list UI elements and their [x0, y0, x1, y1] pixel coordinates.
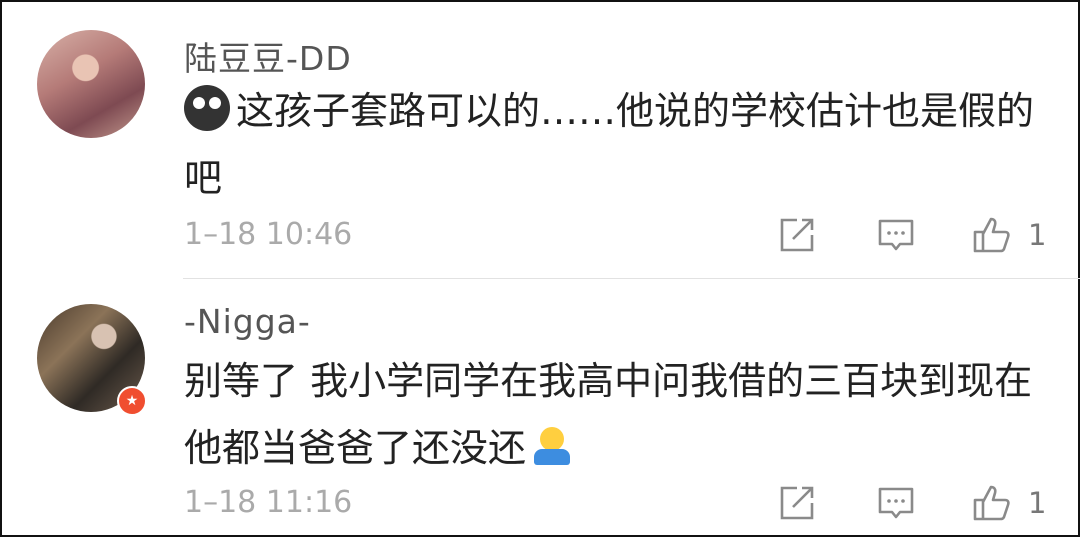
crying-face-emoji-icon — [184, 85, 230, 131]
share-button[interactable] — [776, 483, 816, 523]
share-button[interactable] — [776, 215, 816, 255]
avatar[interactable] — [37, 30, 145, 138]
comment-text: 别等了 我小学同学在我高中问我借的三百块到现在他都当爸爸了还没还 — [184, 348, 1034, 482]
comment-text: 这孩子套路可以的……他说的学校估计也是假的吧 — [184, 78, 1034, 212]
shrug-emoji-icon — [530, 427, 574, 467]
username[interactable]: -Nigga- — [184, 302, 311, 341]
like-button[interactable] — [972, 483, 1012, 523]
thumbs-up-icon — [973, 485, 1010, 521]
comment-item: ★ -Nigga- 别等了 我小学同学在我高中问我借的三百块到现在他都当爸爸了还… — [0, 279, 1080, 537]
verified-star-badge-icon: ★ — [117, 386, 147, 416]
share-icon — [780, 218, 814, 252]
comment-icon — [878, 487, 914, 519]
comment-icon — [878, 219, 914, 251]
like-button[interactable] — [972, 215, 1012, 255]
comment-text-content: 别等了 我小学同学在我高中问我借的三百块到现在他都当爸爸了还没还 — [184, 359, 1033, 470]
thumbs-up-icon — [973, 217, 1010, 253]
reply-button[interactable] — [876, 483, 916, 523]
like-count: 1 — [1028, 486, 1047, 520]
reply-button[interactable] — [876, 215, 916, 255]
share-icon — [780, 486, 814, 520]
timestamp: 1–18 10:46 — [184, 217, 353, 252]
username[interactable]: 陆豆豆-DD — [184, 32, 352, 80]
comment-text-content: 这孩子套路可以的……他说的学校估计也是假的吧 — [184, 89, 1035, 200]
comment-item: 陆豆豆-DD 这孩子套路可以的……他说的学校估计也是假的吧 1–18 10:46… — [0, 0, 1080, 278]
like-count: 1 — [1028, 218, 1047, 252]
timestamp: 1–18 11:16 — [184, 485, 353, 520]
